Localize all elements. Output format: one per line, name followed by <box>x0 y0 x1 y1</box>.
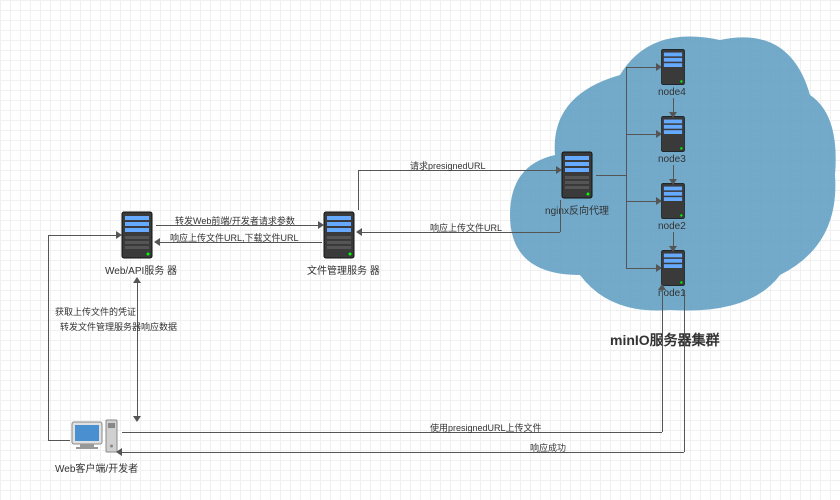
node4-label: node4 <box>658 87 686 98</box>
edge-forward-response: 转发文件管理服务器响应数据 <box>60 320 177 333</box>
file-server-label: 文件管理服务 器 <box>307 262 371 277</box>
node2-label: node2 <box>658 221 686 232</box>
edge-forward-request: 转发Web前端/开发者请求参数 <box>175 214 295 227</box>
nginx-label: nginx反向代理 <box>540 202 614 217</box>
node2-server <box>660 182 686 220</box>
cluster-label: minIO服务器集群 <box>610 330 720 350</box>
node4-server <box>660 48 686 86</box>
nginx-server <box>560 150 594 200</box>
diagram-canvas: Web/API服务 器 文件管理服务 器 nginx反向代理 node4 nod… <box>0 0 840 500</box>
web-api-server-label: Web/API服务 器 <box>105 262 169 277</box>
node3-label: node3 <box>658 154 686 165</box>
web-api-server <box>120 210 154 260</box>
edge-upload-presigned: 使用presignedURL上传文件 <box>430 421 542 434</box>
edge-get-cred: 获取上传文件的凭证 <box>55 305 136 318</box>
node3-server <box>660 115 686 153</box>
file-server <box>322 210 356 260</box>
node1-server <box>660 249 686 287</box>
edge-request-presigned: 请求presignedURL <box>410 159 486 172</box>
web-client-label: Web客户端/开发者 <box>55 460 138 475</box>
edge-response-success: 响应成功 <box>530 441 566 454</box>
edge-response-upload-url: 响应上传文件URL <box>430 221 502 234</box>
edge-response-url: 响应上传文件URL,下载文件URL <box>170 231 299 244</box>
web-client <box>70 418 120 458</box>
